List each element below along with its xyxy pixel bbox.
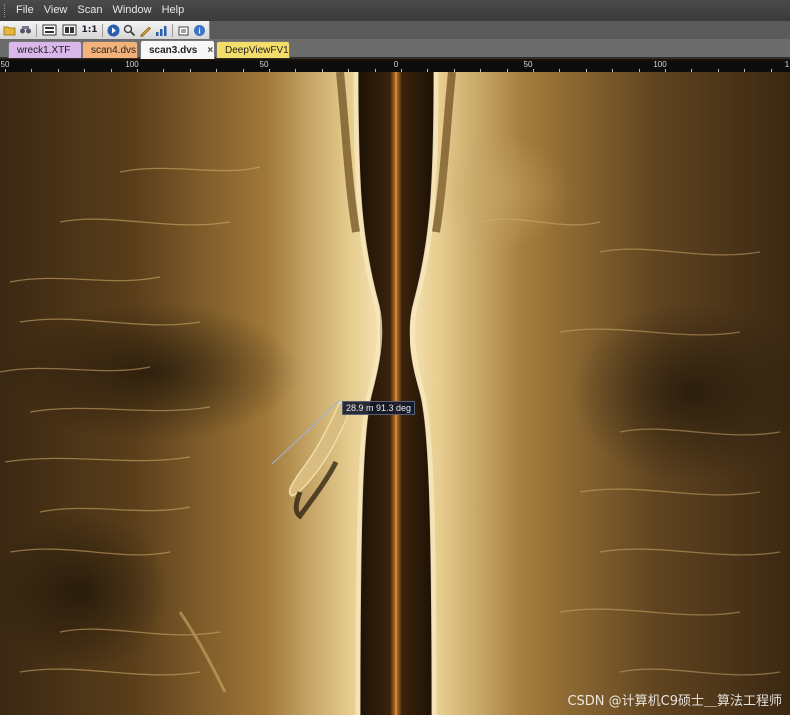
toolbar-strip: 1:1 i — [0, 21, 210, 39]
sonar-waterfall-image — [0, 72, 790, 715]
fit-view-icon[interactable] — [41, 24, 58, 37]
menu-window[interactable]: Window — [107, 0, 156, 21]
menu-scan[interactable]: Scan — [72, 0, 107, 21]
close-icon[interactable]: × — [207, 42, 213, 59]
open-folder-icon[interactable] — [3, 24, 16, 37]
levels-icon[interactable] — [155, 24, 168, 37]
tab-wreck1[interactable]: wreck1.XTF — [8, 41, 82, 58]
seabed-highlight — [430, 132, 570, 252]
tab-label: scan3.dvs — [149, 44, 198, 56]
tab-label: DeepViewFV1 — [225, 44, 289, 56]
toolbar-separator — [36, 23, 37, 37]
menu-grip — [4, 4, 7, 17]
tab-scan4[interactable]: scan4.dvs — [82, 41, 138, 58]
measurement-readout: 28.9 m 91.3 deg — [342, 401, 416, 415]
ruler-tick-label: 100 — [125, 60, 139, 69]
ruler-tick-label: 50 — [523, 60, 533, 69]
menu-help[interactable]: Help — [157, 0, 190, 21]
tab-deepviewfv1[interactable]: DeepViewFV1 — [216, 41, 290, 58]
range-ruler: 50 100 50 0 50 100 1 — [0, 61, 790, 72]
ruler-tick-label: 1 — [784, 60, 790, 69]
menu-bar: File View Scan Window Help — [0, 0, 790, 21]
ruler-tick-label: 100 — [653, 60, 667, 69]
menu-file[interactable]: File — [11, 0, 39, 21]
play-icon[interactable] — [107, 24, 120, 37]
ruler-tick-label: 50 — [259, 60, 269, 69]
export-icon[interactable] — [177, 24, 190, 37]
sonar-image-view[interactable]: 28.9 m 91.3 deg — [0, 72, 790, 715]
tab-scan3[interactable]: scan3.dvs × — [140, 40, 215, 59]
binoculars-icon[interactable] — [19, 24, 32, 37]
zoom-icon[interactable] — [123, 24, 136, 37]
ruler-tick-label: 0 — [393, 60, 399, 69]
actual-size-icon[interactable]: 1:1 — [81, 24, 98, 37]
tab-label: wreck1.XTF — [17, 44, 71, 56]
toolbar: 1:1 i — [0, 21, 790, 39]
tab-label: scan4.dvs — [91, 44, 137, 56]
toolbar-separator — [102, 23, 103, 37]
ruler-tick-label: 50 — [0, 60, 10, 69]
toolbar-separator — [172, 23, 173, 37]
seabed-shadow — [0, 302, 300, 442]
measure-pencil-icon[interactable] — [139, 24, 152, 37]
menu-view[interactable]: View — [39, 0, 73, 21]
info-icon[interactable]: i — [193, 24, 206, 37]
fit-width-icon[interactable] — [61, 24, 78, 37]
watermark: CSDN @计算机C9硕士＿算法工程师 — [567, 694, 782, 709]
document-tab-bar: wreck1.XTF scan4.dvs scan3.dvs × DeepVie… — [0, 39, 790, 59]
